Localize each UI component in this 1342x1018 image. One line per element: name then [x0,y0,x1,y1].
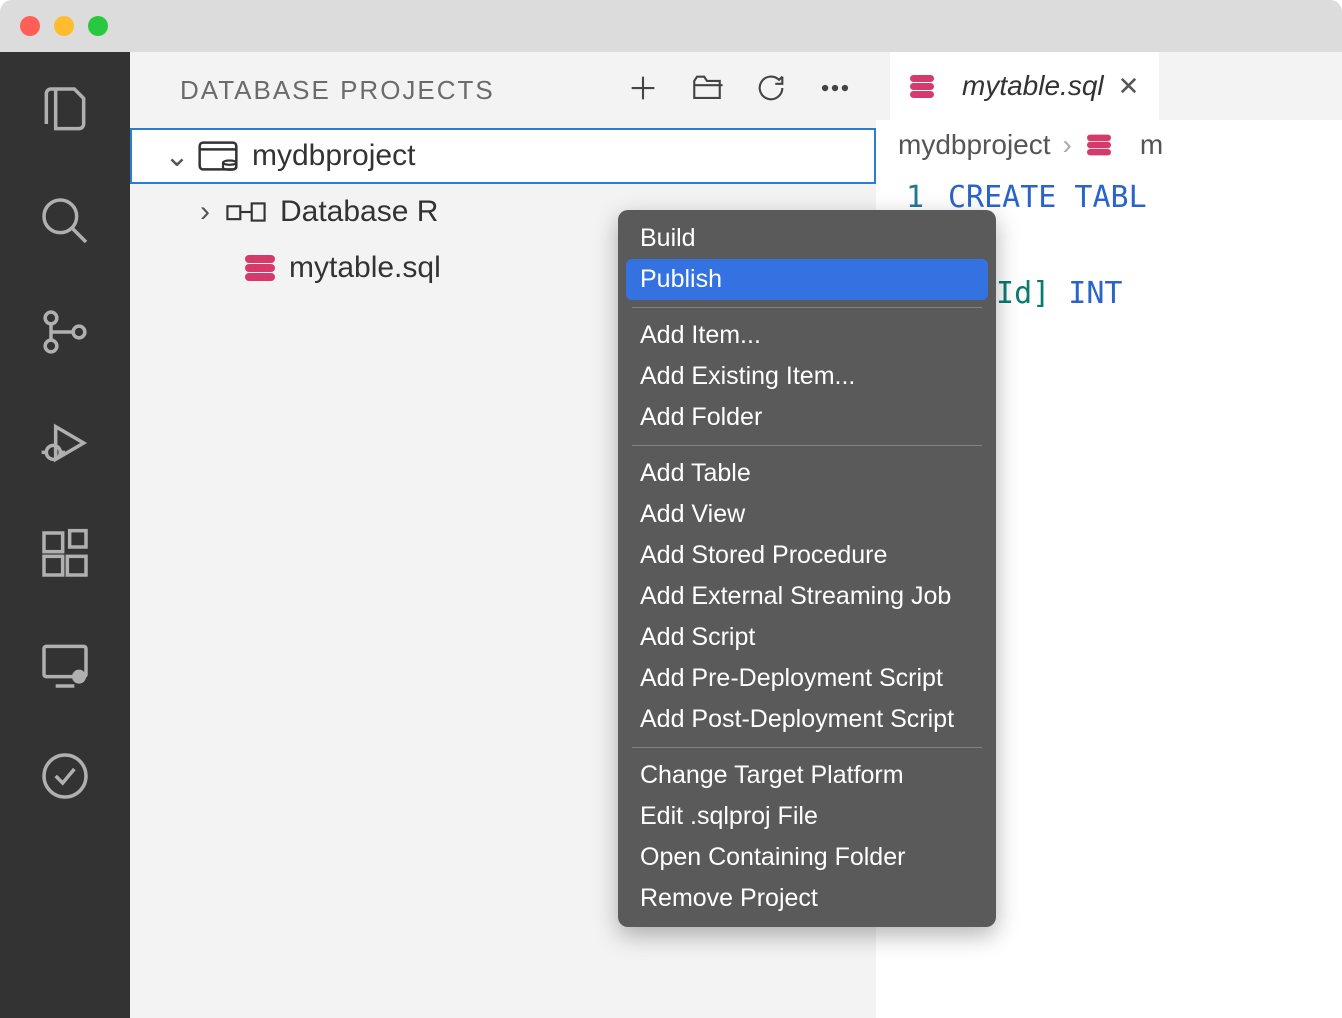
refresh-icon[interactable] [754,71,788,110]
references-label: Database R [280,195,438,229]
breadcrumb-root[interactable]: mydbproject [898,129,1051,161]
menu-item-change-target-platform[interactable]: Change Target Platform [618,755,996,796]
menu-separator [632,445,982,446]
minimize-window-button[interactable] [54,16,74,36]
remote-icon[interactable] [37,637,93,698]
menu-item-add-external-streaming-job[interactable]: Add External Streaming Job [618,576,996,617]
code-line[interactable]: CREATE TABL [948,174,1342,222]
menu-item-publish[interactable]: Publish [626,259,988,300]
menu-separator [632,307,982,308]
code-line[interactable]: [Id] INT [948,270,1342,318]
panel-title: DATABASE PROJECTS [180,75,495,106]
chevron-down-icon[interactable]: ⌄ [162,139,192,174]
source-control-icon[interactable] [37,304,93,365]
explorer-icon[interactable] [37,82,93,143]
new-project-icon[interactable] [626,71,660,110]
menu-item-add-post-deployment-script[interactable]: Add Post-Deployment Script [618,699,996,740]
menu-item-add-item[interactable]: Add Item... [618,315,996,356]
run-debug-icon[interactable] [37,415,93,476]
extensions-icon[interactable] [37,526,93,587]
maximize-window-button[interactable] [88,16,108,36]
menu-item-build[interactable]: Build [618,218,996,259]
menu-item-open-containing-folder[interactable]: Open Containing Folder [618,837,996,878]
activity-bar [0,52,130,1018]
window-titlebar [0,0,1342,52]
breadcrumb-file[interactable]: m [1140,129,1163,161]
close-window-button[interactable] [20,16,40,36]
code-content[interactable]: CREATE TABL([Id] INT) [948,174,1342,414]
tab-title: mytable.sql [962,70,1104,102]
menu-separator [632,747,982,748]
close-tab-icon[interactable]: ✕ [1118,71,1140,102]
menu-item-add-folder[interactable]: Add Folder [618,397,996,438]
menu-item-remove-project[interactable]: Remove Project [618,878,996,919]
project-name-label: mydbproject [252,139,415,173]
menu-item-add-table[interactable]: Add Table [618,453,996,494]
database-icon [1087,135,1111,156]
file-name-label: mytable.sql [289,251,441,285]
database-icon [245,255,275,281]
context-menu: BuildPublish Add Item...Add Existing Item… [618,210,996,927]
menu-item-edit-sqlproj-file[interactable]: Edit .sqlproj File [618,796,996,837]
menu-item-add-script[interactable]: Add Script [618,617,996,658]
project-node[interactable]: ⌄ mydbproject [130,128,876,184]
menu-item-add-view[interactable]: Add View [618,494,996,535]
code-line[interactable] [948,366,1342,414]
chevron-right-icon[interactable]: › [190,195,220,229]
more-actions-icon[interactable] [818,71,852,110]
tab-bar: mytable.sql ✕ [876,52,1342,120]
breadcrumb[interactable]: mydbproject › m [876,120,1342,170]
menu-item-add-existing-item[interactable]: Add Existing Item... [618,356,996,397]
breadcrumb-separator: › [1063,129,1072,161]
code-line[interactable]: ) [948,318,1342,366]
editor-tab[interactable]: mytable.sql ✕ [890,52,1159,120]
code-line[interactable]: ( [948,222,1342,270]
database-projects-panel: DATABASE PROJECTS ⌄ mydbproject › Databa… [130,52,876,1018]
search-icon[interactable] [37,193,93,254]
database-icon [910,75,934,98]
references-icon [226,196,266,228]
open-folder-icon[interactable] [690,71,724,110]
task-icon[interactable] [37,748,93,809]
database-project-icon [198,140,238,172]
menu-item-add-pre-deployment-script[interactable]: Add Pre-Deployment Script [618,658,996,699]
menu-item-add-stored-procedure[interactable]: Add Stored Procedure [618,535,996,576]
